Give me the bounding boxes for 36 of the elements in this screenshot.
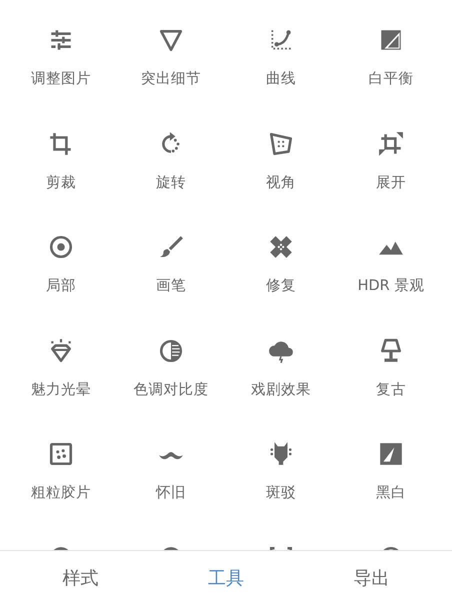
tool-label[interactable]: 局部 [46, 276, 76, 296]
dots-square-icon[interactable] [48, 441, 74, 467]
tool-label[interactable]: HDR 景观 [358, 276, 424, 296]
tool-label[interactable]: 白平衡 [368, 69, 414, 89]
tab[interactable]: 样式 [8, 551, 154, 605]
tab[interactable]: 导出 [298, 551, 444, 605]
perspective-icon[interactable] [268, 130, 294, 156]
tool-label[interactable]: 展开 [376, 172, 406, 192]
tool-label[interactable]: 粗粒胶片 [31, 483, 91, 503]
tool-label[interactable]: 旋转 [156, 172, 186, 192]
diamond-icon[interactable] [48, 338, 74, 364]
guitar-head-icon[interactable] [268, 441, 294, 467]
brush-icon[interactable] [158, 234, 184, 260]
tool-label[interactable]: 复古 [376, 380, 406, 400]
tool-label[interactable]: 调整图片 [31, 69, 91, 89]
tool-label[interactable]: 视角 [266, 172, 296, 192]
tool-label[interactable]: 色调对比度 [134, 380, 208, 400]
tool-label[interactable]: 怀旧 [156, 483, 186, 503]
tool-label[interactable]: 斑驳 [266, 483, 296, 503]
triangle-icon[interactable] [158, 27, 184, 53]
tool-label[interactable]: 黑白 [376, 483, 406, 503]
target-icon[interactable] [48, 234, 74, 260]
half-circle-icon[interactable] [158, 338, 184, 364]
tool-label[interactable]: 魅力光晕 [31, 380, 91, 400]
tool-label[interactable]: 画笔 [156, 276, 186, 296]
tool-label[interactable]: 剪裁 [46, 172, 76, 192]
tool-label[interactable]: 突出细节 [141, 69, 201, 89]
tool-label[interactable]: 修复 [266, 276, 296, 296]
lamp-icon[interactable] [378, 338, 404, 364]
bandage-icon[interactable] [268, 234, 294, 260]
tool-label[interactable]: 曲线 [266, 69, 296, 89]
tab[interactable]: 工具 [153, 551, 299, 605]
crop-corners-icon[interactable] [378, 130, 404, 156]
tool-label[interactable]: 戏剧效果 [251, 380, 311, 400]
crop-icon[interactable] [48, 130, 74, 156]
split-square-icon[interactable] [378, 441, 404, 467]
